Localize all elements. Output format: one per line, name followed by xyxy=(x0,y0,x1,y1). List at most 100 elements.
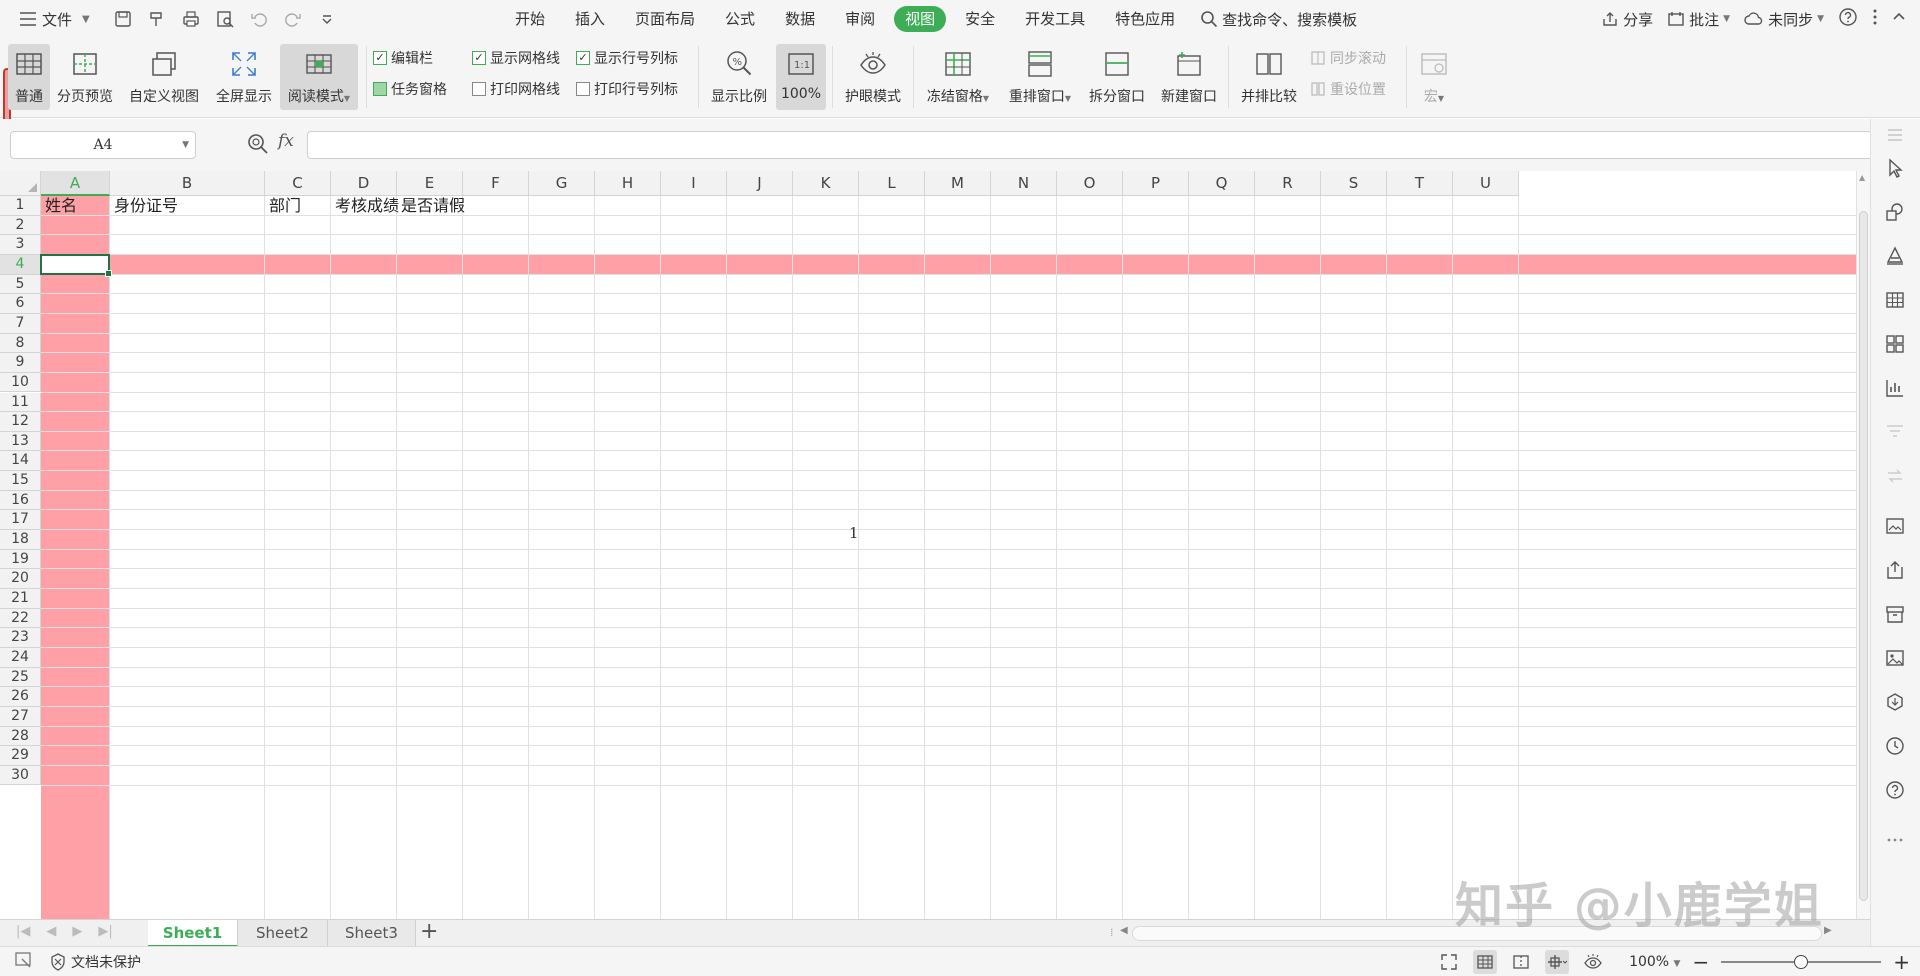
name-box[interactable]: A4 ▼ xyxy=(10,131,196,159)
row-header-16[interactable]: 16 xyxy=(0,490,41,511)
help-icon[interactable] xyxy=(1884,779,1908,803)
save-icon[interactable] xyxy=(112,8,134,30)
column-header-a[interactable]: A xyxy=(41,171,110,196)
macro-button[interactable]: 宏▼ xyxy=(1414,44,1454,110)
reset-position-button[interactable]: 重设位置 xyxy=(1310,79,1386,99)
row-header-25[interactable]: 25 xyxy=(0,667,41,688)
history-icon[interactable] xyxy=(1884,735,1908,759)
task-pane-checkbox[interactable]: 任务窗格 xyxy=(373,79,447,99)
collapse-sidebar-icon[interactable] xyxy=(1884,124,1908,148)
split-window-button[interactable]: 拆分窗口 xyxy=(1084,44,1150,110)
tab-page-layout[interactable]: 页面布局 xyxy=(620,6,710,32)
row-header-23[interactable]: 23 xyxy=(0,628,41,648)
vertical-scrollbar[interactable]: ▲ xyxy=(1856,171,1870,919)
status-doc-icon[interactable] xyxy=(14,951,34,973)
scroll-up-icon[interactable]: ▲ xyxy=(1859,173,1865,182)
file-menu-button[interactable]: 文件 ▼ xyxy=(14,4,96,34)
picture-icon[interactable] xyxy=(1884,647,1908,671)
column-header-j[interactable]: J xyxy=(727,171,793,196)
row-header-22[interactable]: 22 xyxy=(0,608,41,629)
scroll-split-grip-icon[interactable]: ⁞ xyxy=(1110,926,1114,939)
collapse-ribbon-icon[interactable] xyxy=(1892,10,1906,28)
prev-sheet-icon[interactable]: ◀ xyxy=(46,924,56,939)
scroll-right-icon[interactable]: ▶ xyxy=(1824,925,1832,936)
row-header-20[interactable]: 20 xyxy=(0,569,41,589)
row-header-12[interactable]: 12 xyxy=(0,412,41,432)
print-preview-icon[interactable] xyxy=(214,8,236,30)
zoom-slider[interactable] xyxy=(1721,952,1882,972)
shapes-icon[interactable] xyxy=(1884,201,1908,225)
row-header-30[interactable]: 30 xyxy=(0,765,41,786)
row-header-24[interactable]: 24 xyxy=(0,647,41,668)
row-header-3[interactable]: 3 xyxy=(0,235,41,255)
edit-bar-checkbox[interactable]: ✓ 编辑栏 xyxy=(373,48,433,68)
share-button[interactable]: 分享 xyxy=(1601,9,1653,30)
row-header-5[interactable]: 5 xyxy=(0,274,41,295)
column-header-p[interactable]: P xyxy=(1123,171,1189,196)
page-break-toggle-icon[interactable] xyxy=(1509,950,1533,974)
column-header-t[interactable]: T xyxy=(1387,171,1453,196)
row-header-8[interactable]: 8 xyxy=(0,333,41,354)
column-header-s[interactable]: S xyxy=(1321,171,1387,196)
custom-view-button[interactable]: 自定义视图 xyxy=(125,44,203,110)
cell-d1[interactable]: 考核成绩 xyxy=(331,196,399,216)
tab-data[interactable]: 数据 xyxy=(770,6,830,32)
side-by-side-button[interactable]: 并排比较 xyxy=(1236,44,1302,110)
redo-icon[interactable] xyxy=(282,8,304,30)
command-search[interactable]: 查找命令、搜索模板 xyxy=(1200,9,1357,30)
active-cell[interactable] xyxy=(40,253,112,277)
zoom-out-icon[interactable]: − xyxy=(1692,952,1709,972)
apps-grid-icon[interactable] xyxy=(1884,333,1908,357)
normal-view-toggle-icon[interactable] xyxy=(1473,950,1498,974)
print-gridlines-checkbox[interactable]: 打印网格线 xyxy=(472,79,560,99)
sync-scroll-button[interactable]: 同步滚动 xyxy=(1310,48,1386,68)
comment-button[interactable]: 批注 ▼ xyxy=(1667,9,1730,30)
formula-input[interactable] xyxy=(307,131,1873,159)
fullscreen-toggle-icon[interactable] xyxy=(1437,950,1461,974)
backup-icon[interactable] xyxy=(1884,691,1908,715)
select-cursor-icon[interactable] xyxy=(1884,157,1908,181)
eye-toggle-icon[interactable] xyxy=(1581,950,1605,974)
row-header-26[interactable]: 26 xyxy=(0,687,41,707)
row-header-9[interactable]: 9 xyxy=(0,353,41,373)
sheet-tab-3[interactable]: Sheet3 xyxy=(328,920,416,947)
print-headers-checkbox[interactable]: 打印行号列标 xyxy=(576,79,678,99)
show-headers-checkbox[interactable]: ✓ 显示行号列标 xyxy=(576,48,678,68)
row-header-11[interactable]: 11 xyxy=(0,392,41,413)
zoom-in-icon[interactable]: + xyxy=(1893,952,1910,972)
row-header-14[interactable]: 14 xyxy=(0,451,41,472)
tab-security[interactable]: 安全 xyxy=(950,6,1010,32)
reading-mode-button[interactable]: 阅读模式▼ xyxy=(280,44,358,110)
row-header-13[interactable]: 13 xyxy=(0,431,41,452)
tab-formulas[interactable]: 公式 xyxy=(710,6,770,32)
customize-toolbar-icon[interactable] xyxy=(316,8,338,30)
first-sheet-icon[interactable]: |◀ xyxy=(16,924,30,939)
more-icon[interactable] xyxy=(1884,829,1908,853)
column-header-c[interactable]: C xyxy=(265,171,331,196)
row-header-4[interactable]: 4 xyxy=(0,254,41,275)
spreadsheet-grid[interactable]: ABCDEFGHIJKLMNOPQRSTU 1 2 3 4 5 6 7 8 9 10 11 12 13 1… xyxy=(0,171,1856,919)
freeze-panes-button[interactable]: 冻结窗格▼ xyxy=(920,44,996,110)
tab-review[interactable]: 审阅 xyxy=(830,6,890,32)
select-all-corner[interactable] xyxy=(0,171,41,196)
column-header-l[interactable]: L xyxy=(859,171,925,196)
zoom-level-dropdown[interactable]: 100% ▼ xyxy=(1629,954,1680,970)
tab-view[interactable]: 视图 xyxy=(894,6,947,32)
row-header-1[interactable]: 1 xyxy=(0,196,41,216)
undo-icon[interactable] xyxy=(248,8,270,30)
fx-icon[interactable]: fx xyxy=(278,131,294,151)
column-header-r[interactable]: R xyxy=(1255,171,1321,196)
page-preview-button[interactable]: 分页预览 xyxy=(54,44,116,110)
style-icon[interactable] xyxy=(1884,245,1908,269)
eye-mode-button[interactable]: 护眼模式 xyxy=(840,44,906,110)
sync-button[interactable]: 未同步 ▼ xyxy=(1744,9,1824,30)
sheet-tab-2[interactable]: Sheet2 xyxy=(238,920,328,947)
tab-special[interactable]: 特色应用 xyxy=(1100,6,1190,32)
protection-status[interactable]: 文档未保护 xyxy=(50,952,141,972)
help-icon[interactable] xyxy=(1838,7,1858,31)
format-painter-icon[interactable] xyxy=(146,8,168,30)
column-header-k[interactable]: K xyxy=(793,171,859,196)
zoom-ratio-button[interactable]: % 显示比例 xyxy=(706,44,772,110)
vertical-scroll-thumb[interactable] xyxy=(1859,211,1868,901)
row-header-18[interactable]: 18 xyxy=(0,530,41,550)
